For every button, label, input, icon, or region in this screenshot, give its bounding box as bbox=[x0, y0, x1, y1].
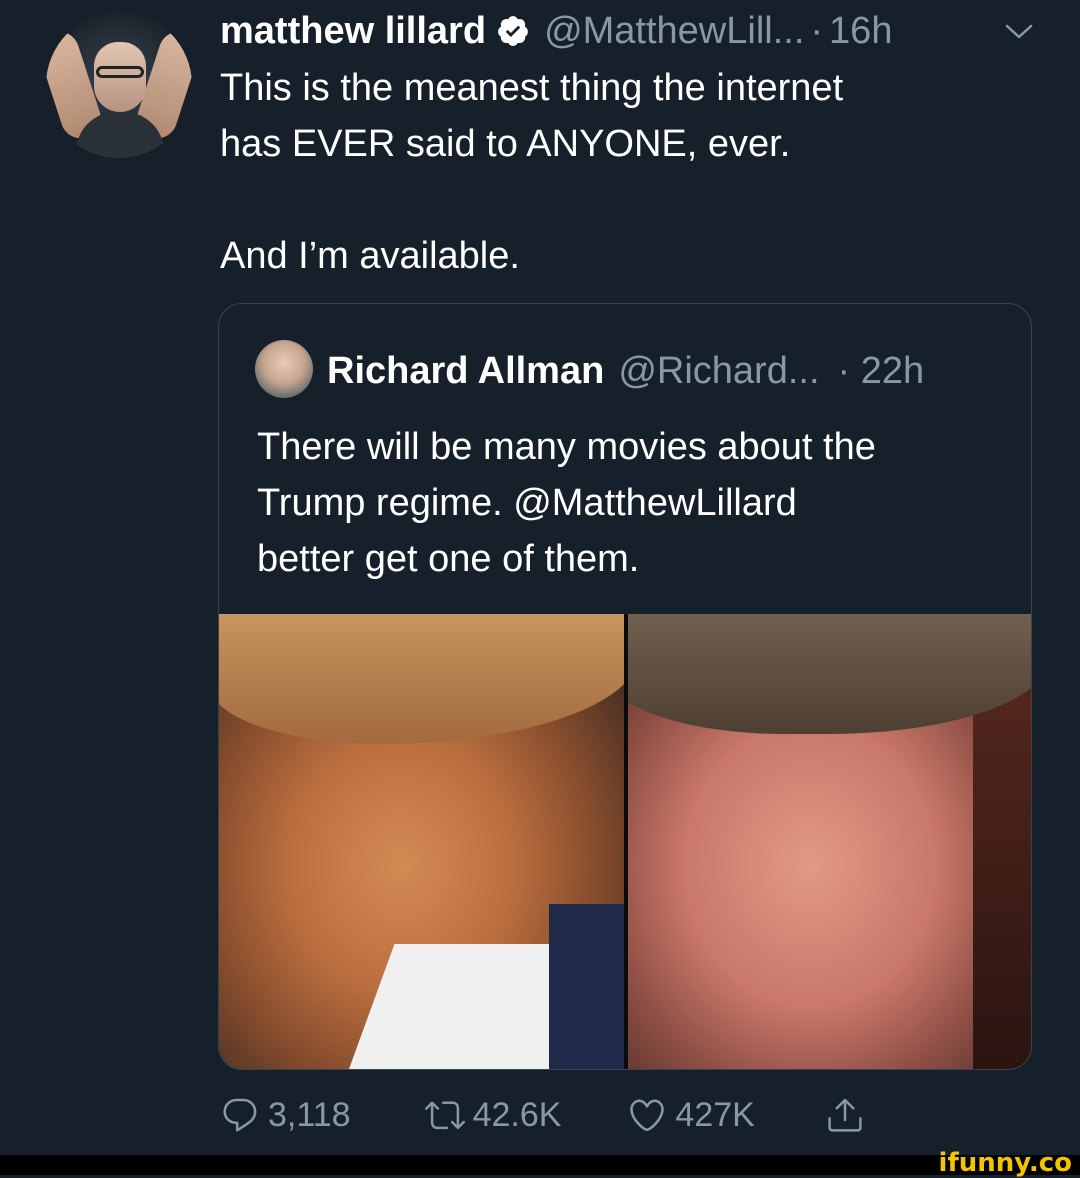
chevron-down-icon[interactable] bbox=[1004, 22, 1034, 42]
tweet-timestamp[interactable]: 16h bbox=[829, 10, 892, 53]
tweet-text: This is the meanest thing the internet h… bbox=[220, 60, 1040, 284]
quoted-tweet-header: Richard Allman @Richard... · 22h bbox=[327, 346, 924, 396]
quoted-author-display-name: Richard Allman bbox=[327, 349, 605, 392]
retweet-count: 42.6K bbox=[472, 1095, 562, 1134]
share-button[interactable] bbox=[825, 1090, 865, 1140]
tweet-text-line: This is the meanest thing the internet bbox=[220, 67, 844, 109]
quoted-author-avatar bbox=[255, 340, 313, 398]
quoted-tweet-text: There will be many movies about the Trum… bbox=[257, 419, 1017, 587]
image-suit bbox=[549, 904, 624, 1069]
heart-icon bbox=[630, 1099, 665, 1132]
image-hair bbox=[219, 614, 624, 744]
footer-bar bbox=[0, 1155, 1080, 1175]
like-button[interactable]: 427K bbox=[627, 1090, 755, 1140]
verified-badge-icon bbox=[496, 14, 530, 48]
quoted-text-line: There will be many movies about the bbox=[257, 426, 876, 468]
ifunny-watermark: ifunny.co bbox=[938, 1148, 1072, 1178]
avatar-glasses bbox=[96, 66, 144, 78]
tweet-header: matthew lillard @MatthewLill... · 16h bbox=[220, 6, 892, 56]
reply-button[interactable]: 3,118 bbox=[220, 1090, 351, 1140]
tweet: matthew lillard @MatthewLill... · 16h Th… bbox=[0, 0, 1080, 1155]
reply-count: 3,118 bbox=[268, 1095, 351, 1134]
author-display-name[interactable]: matthew lillard bbox=[220, 10, 486, 53]
quoted-text-line: better get one of them. bbox=[257, 538, 640, 580]
image-hair bbox=[628, 614, 1031, 734]
quoted-tweet-timestamp: · 22h bbox=[837, 349, 925, 392]
tweet-text-line: has EVER said to ANYONE, ever. bbox=[220, 123, 791, 165]
tweet-actions: 3,118 42.6K 427K bbox=[220, 1090, 865, 1140]
tweet-text-line: And I’m available. bbox=[220, 235, 520, 277]
header-separator: · bbox=[810, 9, 824, 52]
author-handle[interactable]: @MatthewLill... bbox=[544, 10, 804, 53]
media-image-right[interactable] bbox=[628, 614, 1031, 1069]
share-icon bbox=[828, 1098, 862, 1132]
media-image-left[interactable] bbox=[219, 614, 624, 1069]
retweet-button[interactable]: 42.6K bbox=[424, 1090, 562, 1140]
author-avatar[interactable] bbox=[46, 12, 192, 158]
like-count: 427K bbox=[675, 1095, 755, 1134]
quoted-media bbox=[219, 614, 1031, 1069]
quoted-author-handle: @Richard... bbox=[618, 349, 820, 392]
quoted-tweet[interactable]: Richard Allman @Richard... · 22h There w… bbox=[218, 303, 1032, 1070]
retweet-icon bbox=[424, 1101, 465, 1130]
quoted-text-line: Trump regime. @MatthewLillard bbox=[257, 482, 797, 524]
reply-icon bbox=[223, 1098, 257, 1132]
